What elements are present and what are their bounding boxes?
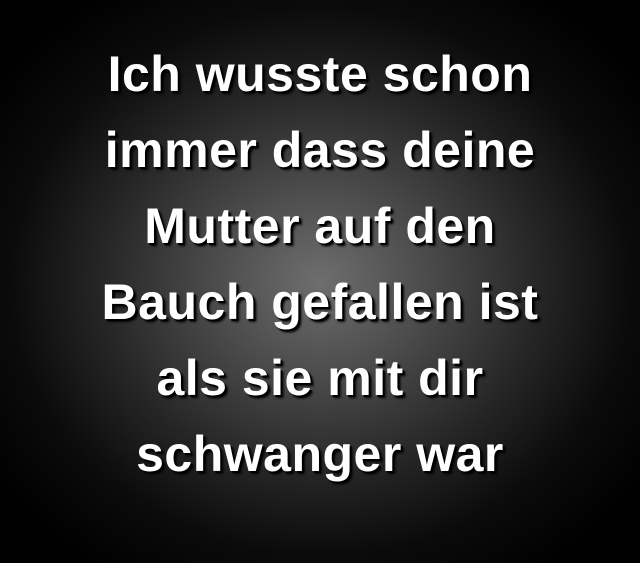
quote-line: Mutter auf den [144,198,496,254]
quote-poster: Ich wusste schon immer dass deine Mutter… [0,0,640,563]
quote-text: Ich wusste schon immer dass deine Mutter… [0,36,640,492]
quote-line: Bauch gefallen ist [101,274,539,330]
quote-line: Ich wusste schon [107,46,533,102]
quote-line: schwanger war [136,426,504,482]
quote-line: immer dass deine [104,122,536,178]
quote-line: als sie mit dir [156,350,484,406]
